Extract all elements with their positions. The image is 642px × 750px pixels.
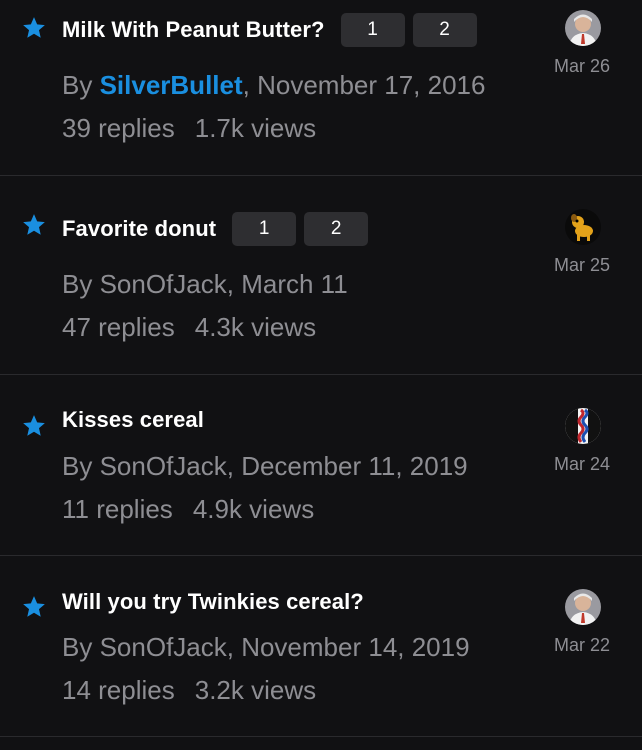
last-poster-avatar[interactable] [565, 209, 601, 245]
topic-row[interactable]: Milk With Peanut Butter? 1 2 By SilverBu… [0, 0, 642, 176]
man-photo-avatar-icon [565, 589, 601, 625]
topic-byline: By SonOfJack, March 11 [62, 269, 348, 300]
byline-prefix: By [62, 632, 100, 662]
last-poster-avatar[interactable] [565, 589, 601, 625]
topic-row[interactable]: Will you try Twinkies cereal? By SonOfJa… [0, 556, 642, 737]
author-name[interactable]: SonOfJack [100, 632, 227, 662]
topic-title-row: Will you try Twinkies cereal? [62, 589, 364, 615]
last-activity-date: Mar 26 [553, 56, 611, 76]
page-2-button[interactable]: 2 [304, 212, 369, 246]
topic-date: , March 11 [226, 269, 348, 299]
topic-title[interactable]: Will you try Twinkies cereal? [62, 589, 364, 615]
topic-byline: By SonOfJack, November 14, 2019 [62, 632, 470, 663]
topic-title[interactable]: Kisses cereal [62, 407, 204, 433]
last-poster-avatar[interactable] [565, 10, 601, 46]
topic-date: , November 14, 2019 [226, 632, 470, 662]
view-count: 4.9k views [192, 494, 315, 524]
reply-count: 11 replies [62, 494, 173, 524]
view-count: 1.7k views [194, 113, 317, 143]
topic-stats: 39 replies 1.7k views [62, 113, 316, 144]
topic-date: , November 17, 2016 [242, 70, 486, 100]
last-activity-date: Mar 24 [553, 454, 611, 474]
last-activity-date: Mar 25 [553, 255, 611, 275]
topic-title[interactable]: Milk With Peanut Butter? [62, 17, 325, 43]
topic-stats: 11 replies 4.9k views [62, 494, 314, 525]
reply-count: 14 replies [62, 675, 175, 705]
byline-prefix: By [62, 70, 100, 100]
star-icon[interactable] [21, 212, 47, 238]
last-poster-avatar[interactable] [565, 408, 601, 444]
topic-row[interactable]: Kisses cereal By SonOfJack, December 11,… [0, 375, 642, 556]
topic-list: Milk With Peanut Butter? 1 2 By SilverBu… [0, 0, 642, 750]
topic-stats: 14 replies 3.2k views [62, 675, 316, 706]
topic-stats: 47 replies 4.3k views [62, 312, 316, 343]
author-link[interactable]: SilverBullet [100, 70, 243, 100]
byline-prefix: By [62, 451, 100, 481]
topic-title-row: Milk With Peanut Butter? 1 2 [62, 13, 477, 47]
author-name[interactable]: SonOfJack [100, 269, 227, 299]
page-1-button[interactable]: 1 [340, 13, 405, 47]
reply-count: 47 replies [62, 312, 175, 342]
view-count: 4.3k views [194, 312, 317, 342]
cartoon-dog-avatar-icon [565, 209, 601, 245]
last-activity-date: Mar 22 [553, 635, 611, 655]
page-2-button[interactable]: 2 [412, 13, 477, 47]
author-name[interactable]: SonOfJack [100, 451, 227, 481]
wavy-flag-avatar-icon [565, 408, 601, 444]
reply-count: 39 replies [62, 113, 175, 143]
topic-byline: By SonOfJack, December 11, 2019 [62, 451, 468, 482]
star-icon[interactable] [21, 594, 47, 620]
page-1-button[interactable]: 1 [232, 212, 297, 246]
topic-byline: By SilverBullet, November 17, 2016 [62, 70, 485, 101]
topic-title[interactable]: Favorite donut [62, 216, 216, 242]
man-photo-avatar-icon [565, 10, 601, 46]
view-count: 3.2k views [194, 675, 317, 705]
topic-date: , December 11, 2019 [226, 451, 468, 481]
topic-title-row: Kisses cereal [62, 407, 204, 433]
star-icon[interactable] [21, 15, 47, 41]
star-icon[interactable] [21, 413, 47, 439]
topic-title-row: Favorite donut 1 2 [62, 212, 369, 246]
topic-row[interactable]: Favorite donut 1 2 By SonOfJack, March 1… [0, 176, 642, 375]
byline-prefix: By [62, 269, 100, 299]
